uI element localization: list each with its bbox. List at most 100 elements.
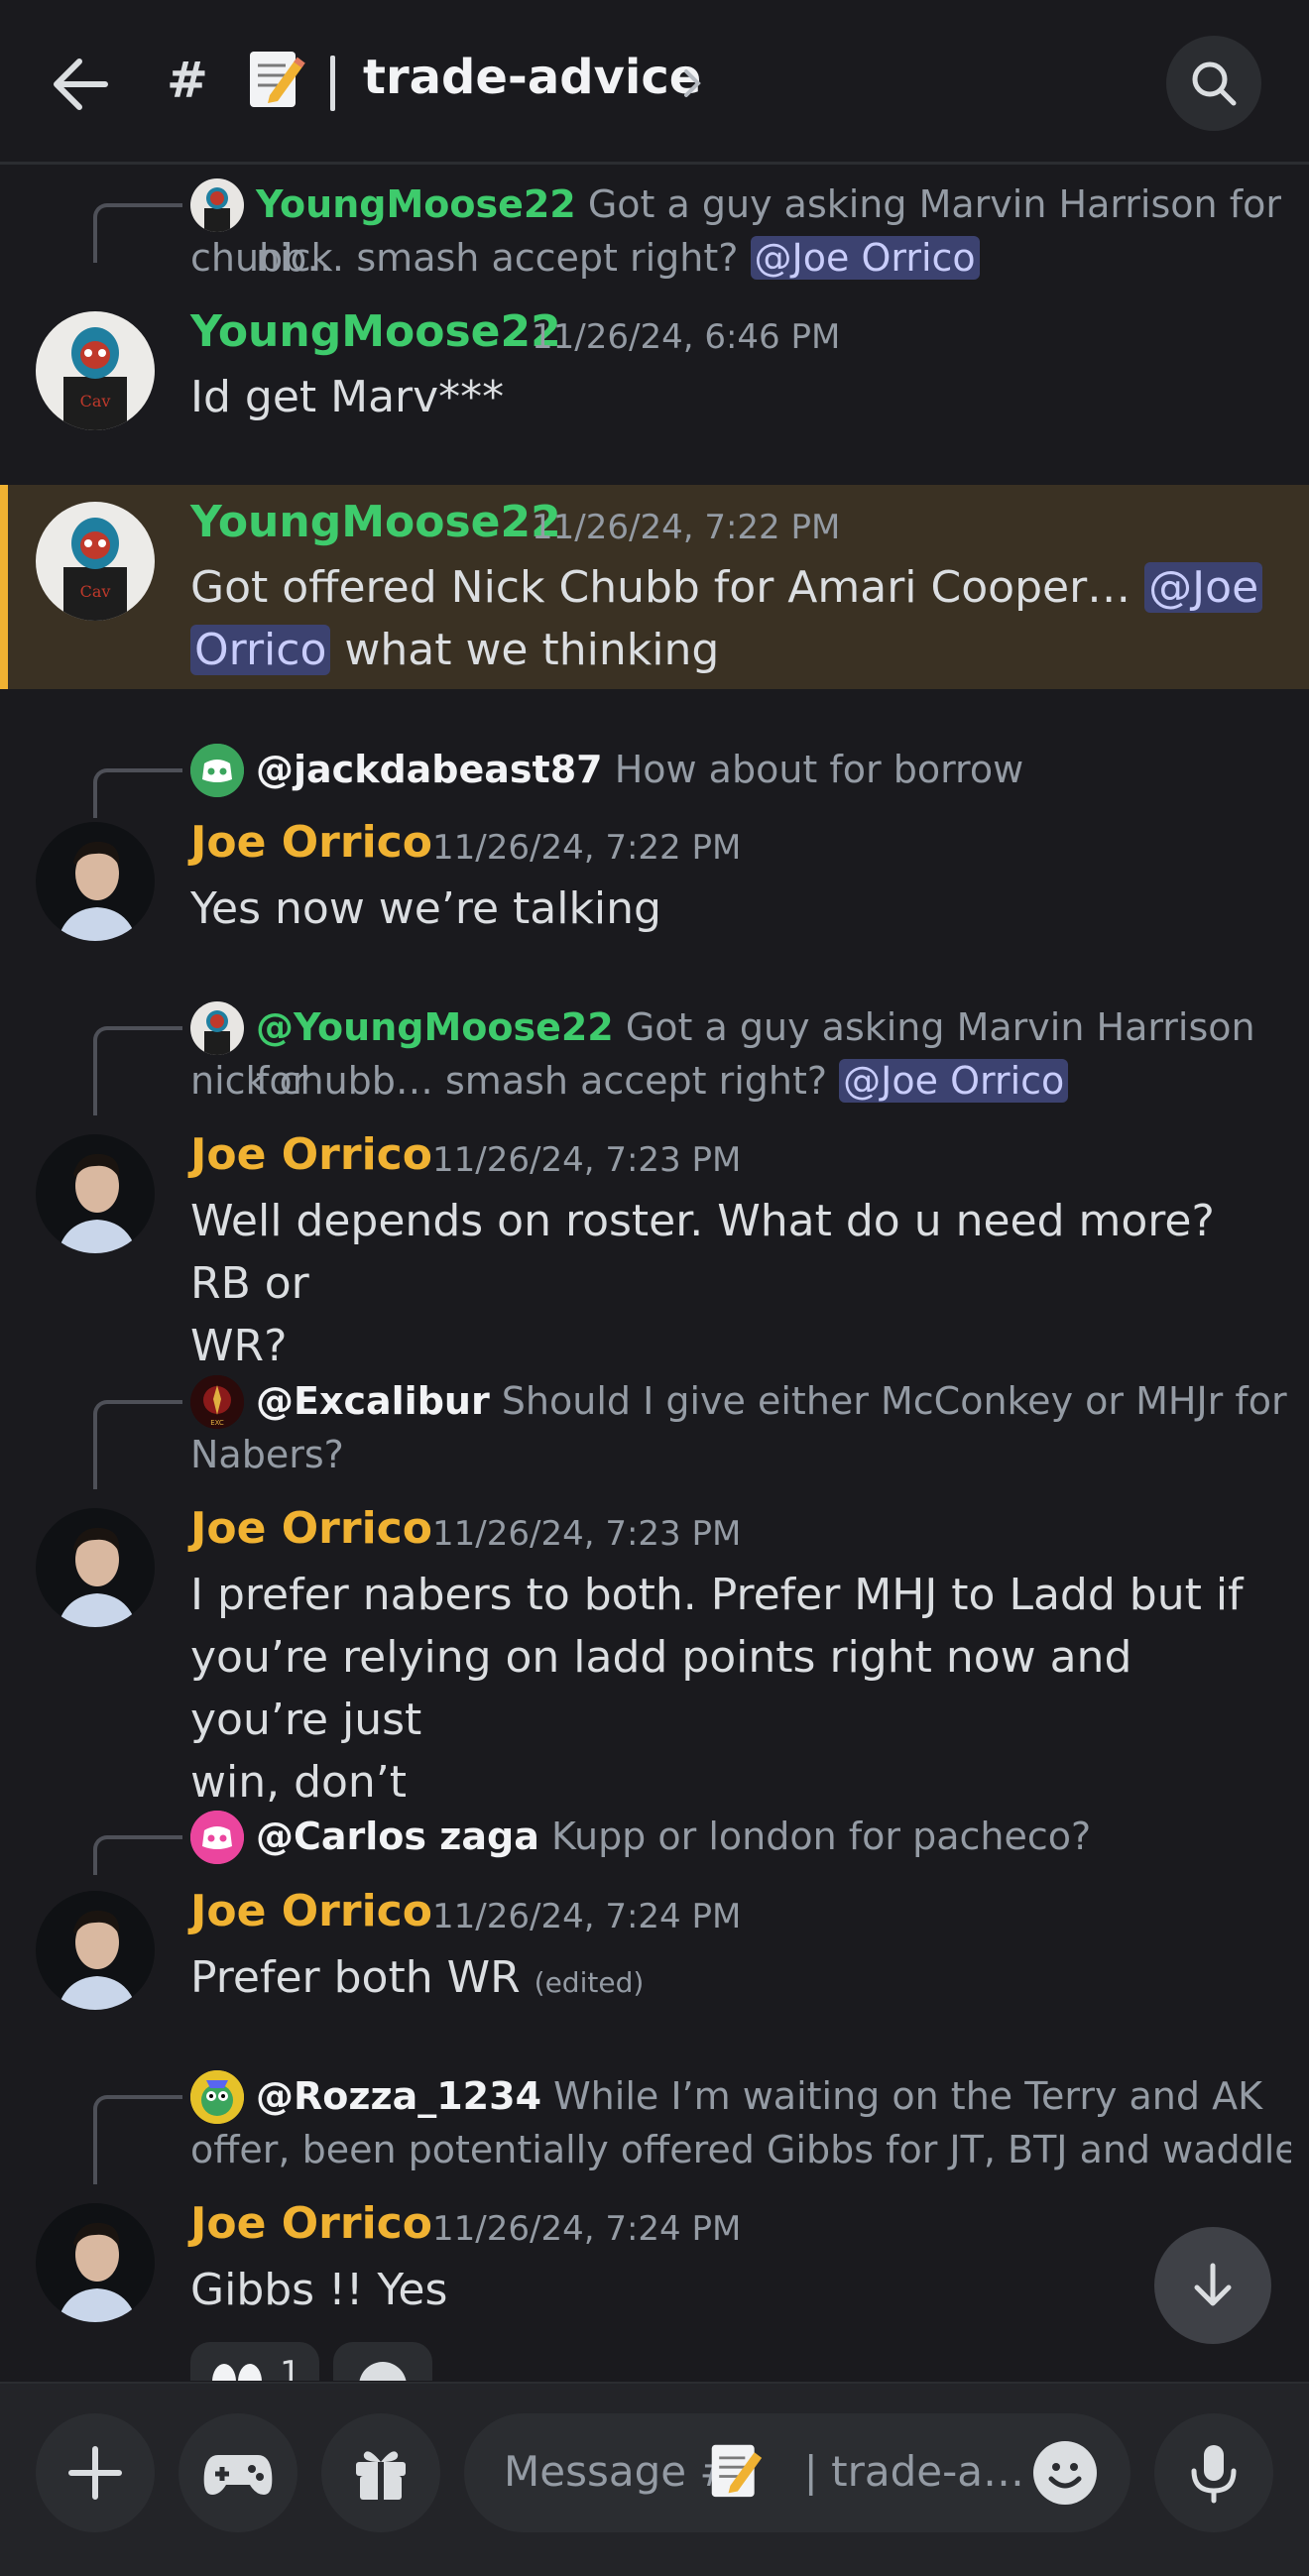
avatar-excalibur-mini[interactable]: EXC — [190, 1375, 244, 1429]
svg-text:Cav: Cav — [80, 582, 111, 601]
avatar-carlos-mini[interactable] — [190, 1811, 244, 1864]
channel-header: # trade-advice — [0, 0, 1309, 165]
avatar[interactable]: Cav — [36, 502, 155, 621]
message-timestamp: 11/26/24, 7:23 PM — [432, 1140, 742, 1180]
message-body: Prefer both WR (edited) — [190, 1946, 1281, 2014]
mention[interactable]: @Joe — [1144, 562, 1263, 613]
message-text: you’re relying on ladd points right now … — [190, 1632, 1132, 1745]
message-list[interactable]: YoungMoose22 Got a guy asking Marvin Har… — [0, 168, 1309, 2381]
reply-text: offer, been potentially offered Gibbs fo… — [190, 2128, 1291, 2171]
avatar[interactable] — [36, 1508, 155, 1627]
voice-message-button[interactable] — [1154, 2413, 1273, 2532]
reply-preview-line2[interactable]: offer, been potentially offered Gibbs fo… — [190, 2123, 1291, 2176]
plus-icon — [68, 2446, 122, 2500]
reply-author: @YoungMoose22 — [256, 1005, 614, 1049]
reply-preview[interactable]: @Carlos zaga Kupp or london for pacheco? — [256, 1810, 1091, 1863]
reply-text: Nabers? — [190, 1433, 344, 1476]
mention[interactable]: @Joe Orrico — [839, 1059, 1069, 1103]
reply-preview[interactable]: @Excalibur Should I give either McConkey… — [256, 1374, 1287, 1428]
placeholder-prefix: Message # — [504, 2447, 735, 2496]
message-body: Got offered Nick Chubb for Amari Cooper…… — [190, 556, 1281, 681]
message-text: win, don’t — [190, 1757, 408, 1808]
message-author[interactable]: YoungMoose22 — [190, 497, 561, 547]
reply-text: nick chubb… smash accept right? — [190, 1059, 828, 1103]
microphone-icon — [1191, 2445, 1237, 2504]
reply-text: How about for borrow — [614, 748, 1024, 791]
reply-connector — [93, 1835, 182, 1875]
reply-text: Kupp or london for pacheco? — [550, 1815, 1092, 1858]
reply-preview-line2[interactable]: Nabers? — [190, 1428, 344, 1481]
reaction-count: 1 — [280, 2354, 301, 2381]
message-author[interactable]: Joe Orrico — [190, 2198, 432, 2249]
channel-title[interactable]: trade-advice — [363, 50, 701, 105]
emoji-picker-button[interactable] — [1033, 2441, 1097, 2505]
reply-preview-line2[interactable]: chubb… smash accept right? @Joe Orrico — [190, 231, 1281, 285]
reply-author: YoungMoose22 — [256, 182, 576, 226]
reply-connector — [93, 1400, 182, 1489]
reply-connector — [93, 768, 182, 818]
reply-text: Should I give either McConkey or MHJr fo… — [501, 1379, 1287, 1423]
reaction-pill[interactable]: 1 — [190, 2342, 319, 2381]
edited-label: (edited) — [534, 1966, 645, 1999]
avatar[interactable] — [36, 2203, 155, 2322]
search-button[interactable] — [1166, 36, 1261, 131]
placeholder-suffix: | trade-a… — [803, 2447, 1024, 2496]
message-timestamp: 11/26/24, 7:24 PM — [432, 2209, 742, 2249]
add-reaction-button[interactable] — [333, 2342, 432, 2381]
message-text: Well depends on roster. What do u need m… — [190, 1196, 1215, 1309]
back-arrow-icon[interactable] — [44, 50, 123, 119]
avatar-youngmoose-mini[interactable] — [190, 1001, 244, 1055]
avatar-youngmoose-mini[interactable] — [190, 178, 244, 232]
message-text: I prefer nabers to both. Prefer MHJ to L… — [190, 1570, 1244, 1620]
message-timestamp: 11/26/24, 7:24 PM — [432, 1897, 742, 1936]
avatar-rozza-mini[interactable] — [190, 2070, 244, 2124]
avatar[interactable]: Cav — [36, 311, 155, 430]
reply-text: chubb… smash accept right? — [190, 236, 739, 280]
reply-author: @jackdabeast87 — [256, 748, 603, 791]
reply-author: @Carlos zaga — [256, 1815, 539, 1858]
message-text: Got offered Nick Chubb for Amari Cooper… — [190, 562, 1131, 613]
gift-icon — [356, 2451, 406, 2500]
reply-preview-line2[interactable]: nick chubb… smash accept right? @Joe Orr… — [190, 1054, 1281, 1108]
memo-emoji-icon — [246, 46, 305, 111]
message-author[interactable]: Joe Orrico — [190, 1129, 432, 1180]
message-body: Well depends on roster. What do u need m… — [190, 1190, 1281, 1377]
mention[interactable]: Orrico — [190, 625, 331, 675]
message-text: WR? — [190, 1321, 288, 1371]
message-input-placeholder: Message # | trade-a… — [504, 2447, 1024, 2496]
avatar[interactable] — [36, 822, 155, 941]
search-icon — [1192, 61, 1237, 106]
arrow-down-icon — [1194, 2263, 1232, 2306]
reply-text: While I’m waiting on the Terry and AK — [553, 2074, 1263, 2118]
add-attachment-button[interactable] — [36, 2413, 155, 2532]
mention[interactable]: @Joe Orrico — [750, 236, 980, 280]
message-body: Id get Marv*** — [190, 372, 505, 422]
gift-button[interactable] — [321, 2413, 440, 2532]
eyes-emoji-icon — [212, 2364, 262, 2381]
message-text: Prefer both WR — [190, 1952, 521, 2003]
memo-emoji-icon — [708, 2439, 764, 2501]
chevron-right-icon[interactable] — [678, 65, 706, 101]
message-timestamp: 11/26/24, 7:22 PM — [432, 828, 742, 868]
svg-text:Cav: Cav — [80, 392, 111, 410]
smiley-icon — [1048, 2463, 1082, 2489]
message-input[interactable]: Message # | trade-a… — [464, 2413, 1130, 2532]
reply-connector — [93, 2095, 182, 2184]
avatar[interactable] — [36, 1891, 155, 2010]
gamepad-icon — [203, 2455, 273, 2495]
reply-preview[interactable]: @jackdabeast87 How about for borrow — [256, 743, 1023, 796]
message-author[interactable]: Joe Orrico — [190, 1886, 432, 1936]
mention-highlight-bar — [0, 485, 8, 689]
message-timestamp: 11/26/24, 6:46 PM — [532, 317, 841, 357]
message-body: Yes now we’re talking — [190, 883, 661, 934]
message-author[interactable]: Joe Orrico — [190, 817, 432, 868]
avatar[interactable] — [36, 1134, 155, 1253]
message-text: what we thinking — [344, 625, 720, 675]
reply-preview[interactable]: @Rozza_1234 While I’m waiting on the Ter… — [256, 2069, 1287, 2123]
jump-to-bottom-button[interactable] — [1154, 2227, 1271, 2344]
message-author[interactable]: YoungMoose22 — [190, 306, 561, 357]
message-timestamp: 11/26/24, 7:23 PM — [432, 1514, 742, 1554]
avatar-jackdabeast-mini[interactable] — [190, 744, 244, 797]
activities-button[interactable] — [178, 2413, 298, 2532]
message-author[interactable]: Joe Orrico — [190, 1503, 432, 1554]
